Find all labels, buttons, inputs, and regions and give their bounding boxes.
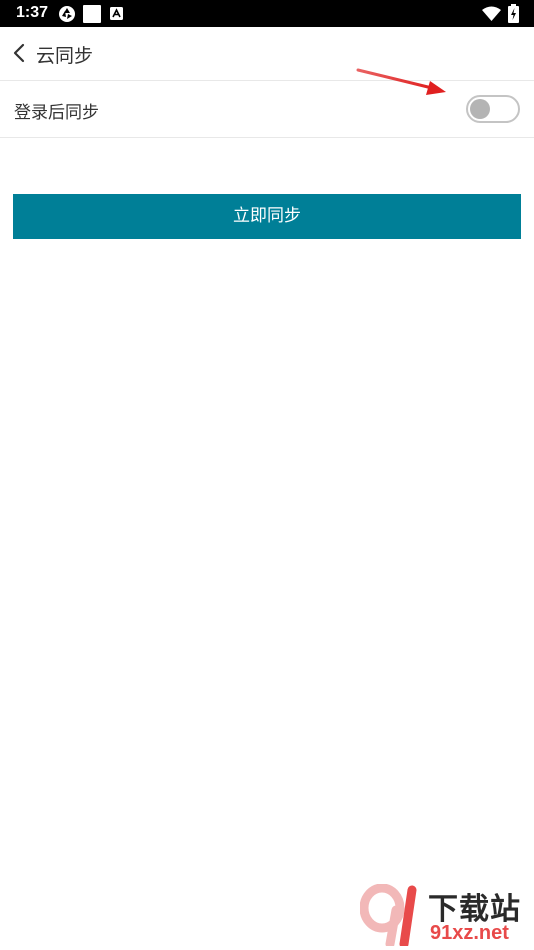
toggle-knob (470, 99, 490, 119)
wifi-icon (482, 6, 501, 21)
watermark: 下载站 91xz.net (360, 884, 530, 946)
cloud-sync-screen: 1:37 云同步 登录后同步 立即同步 下载站 91xz.net (0, 0, 534, 950)
annotation-arrow (356, 68, 446, 95)
square-icon (83, 5, 101, 23)
app-header: 云同步 (0, 27, 534, 81)
page-title: 云同步 (36, 45, 94, 67)
status-bar: 1:37 (0, 0, 534, 27)
battery-charging-icon (508, 4, 519, 23)
aperture-icon (59, 6, 75, 22)
sync-after-login-label: 登录后同步 (14, 103, 99, 123)
back-icon[interactable] (12, 42, 28, 64)
watermark-url: 91xz.net (430, 922, 509, 944)
a-badge-icon (110, 7, 123, 20)
sync-now-button[interactable]: 立即同步 (13, 194, 521, 239)
status-time: 1:37 (16, 4, 49, 21)
sync-after-login-toggle[interactable] (466, 95, 520, 123)
sync-after-login-row: 登录后同步 (0, 81, 534, 138)
watermark-logo-icon (360, 884, 417, 946)
